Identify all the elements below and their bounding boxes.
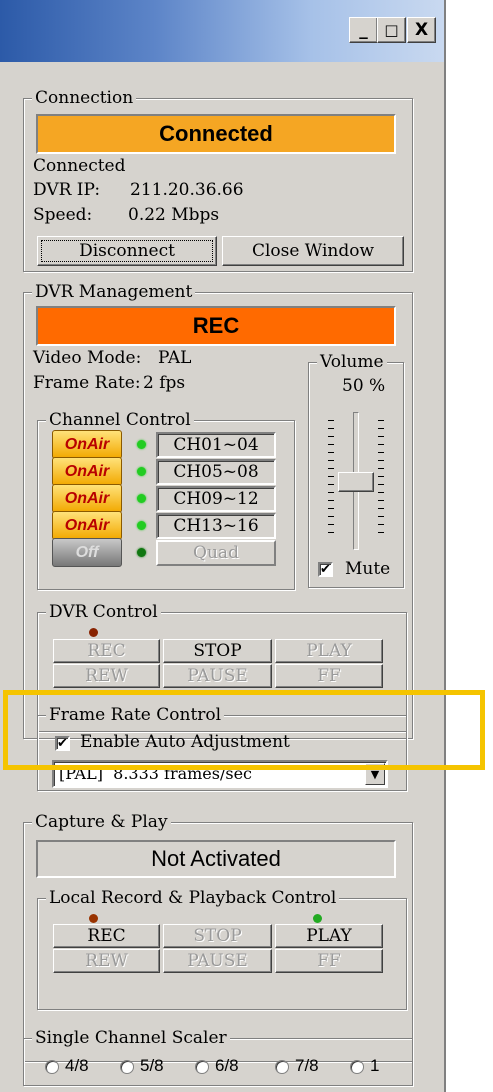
frame-rate-label: Frame Rate:	[33, 373, 141, 393]
scaler-option-label: 1	[370, 1056, 380, 1075]
connection-status-text: Connected	[33, 156, 126, 176]
volume-value: 50 %	[342, 376, 386, 396]
local-stop-button[interactable]: STOP	[163, 924, 272, 948]
scaler-radio[interactable]	[45, 1060, 59, 1074]
dvr-rew-button[interactable]: REW	[53, 664, 160, 688]
channel-led	[137, 467, 146, 476]
dvr-stop-button[interactable]: STOP	[163, 639, 272, 663]
dvr-rec-led	[89, 628, 98, 637]
local-control-legend: Local Record & Playback Control	[46, 888, 340, 908]
dvr-rec-button[interactable]: REC	[53, 639, 160, 663]
local-play-button[interactable]: PLAY	[275, 924, 383, 948]
dropdown-arrow-icon[interactable]: ▼	[365, 763, 385, 785]
disconnect-button[interactable]: Disconnect	[37, 236, 217, 266]
auto-adjustment-check-mark: ✔	[57, 736, 68, 751]
frame-rate-value: 2 fps	[143, 373, 186, 393]
local-pause-button[interactable]: PAUSE	[163, 949, 272, 973]
close-window-button[interactable]: Close Window	[222, 236, 404, 266]
speed-label: Speed:	[33, 205, 93, 225]
channel-led	[137, 521, 146, 530]
scaler-legend: Single Channel Scaler	[32, 1028, 230, 1048]
frame-rate-select[interactable]: [PAL] 8.333 frames/sec ▼	[52, 760, 388, 788]
channel-state-button[interactable]: OnAir	[52, 430, 122, 459]
dvr-ip-value: 211.20.36.66	[130, 180, 244, 200]
dvr-management-legend: DVR Management	[32, 282, 196, 302]
auto-adjustment-checkbox[interactable]: ✔	[55, 736, 70, 751]
volume-ticks-right	[378, 420, 384, 538]
scaler-option-label: 4/8	[65, 1056, 89, 1075]
mute-checkbox[interactable]: ✔	[318, 562, 333, 577]
scaler-radio[interactable]	[350, 1060, 364, 1074]
channel-led	[137, 440, 146, 449]
volume-legend: Volume	[317, 352, 387, 372]
maximize-button[interactable]: □	[377, 17, 406, 43]
rec-status-banner: REC	[36, 306, 396, 346]
capture-status-banner: Not Activated	[36, 840, 396, 878]
channel-state-button[interactable]: OnAir	[52, 511, 122, 540]
channel-state-button[interactable]: Off	[52, 538, 122, 567]
title-bar: _ □ X	[0, 0, 444, 62]
mute-check-mark: ✔	[320, 562, 331, 577]
dvr-pause-button[interactable]: PAUSE	[163, 664, 272, 688]
scaler-option-label: 6/8	[215, 1056, 239, 1075]
channel-group-button[interactable]: CH09~12	[156, 486, 276, 512]
frame-rate-control-legend: Frame Rate Control	[46, 705, 225, 725]
channel-group-button[interactable]: Quad	[156, 540, 276, 566]
volume-slider[interactable]	[328, 412, 384, 552]
channel-group-button[interactable]: CH13~16	[156, 513, 276, 539]
channel-group-button[interactable]: CH05~08	[156, 459, 276, 485]
local-rec-led	[89, 914, 98, 923]
video-mode-label: Video Mode:	[33, 348, 142, 368]
dvr-control-legend: DVR Control	[46, 602, 161, 622]
lower-section: Capture & Play Not Activated Local Recor…	[0, 800, 444, 1092]
channel-led	[137, 548, 146, 557]
mute-label: Mute	[345, 559, 391, 579]
auto-adjustment-label: Enable Auto Adjustment	[80, 732, 290, 752]
local-rew-button[interactable]: REW	[53, 949, 160, 973]
volume-thumb[interactable]	[338, 472, 374, 492]
volume-ticks-left	[328, 420, 334, 538]
channel-led	[137, 494, 146, 503]
capture-play-legend: Capture & Play	[32, 812, 171, 832]
close-button[interactable]: X	[407, 17, 436, 43]
channel-group-button[interactable]: CH01~04	[156, 432, 276, 458]
channel-control-legend: Channel Control	[46, 410, 194, 430]
scaler-option-label: 7/8	[295, 1056, 319, 1075]
channel-state-button[interactable]: OnAir	[52, 484, 122, 513]
dvr-play-button[interactable]: PLAY	[275, 639, 383, 663]
video-mode-value: PAL	[158, 348, 192, 368]
dvr-ip-label: DVR IP:	[33, 180, 101, 200]
dvr-ff-button[interactable]: FF	[275, 664, 383, 688]
scaler-radio[interactable]	[120, 1060, 134, 1074]
local-play-led	[313, 914, 322, 923]
scaler-radio[interactable]	[275, 1060, 289, 1074]
connection-status-banner: Connected	[36, 114, 396, 154]
local-rec-button[interactable]: REC	[53, 924, 160, 948]
minimize-button[interactable]: _	[349, 17, 378, 43]
local-ff-button[interactable]: FF	[275, 949, 383, 973]
connection-legend: Connection	[32, 88, 137, 108]
frame-rate-selected-value: [PAL] 8.333 frames/sec	[59, 764, 253, 783]
speed-value: 0.22 Mbps	[128, 205, 220, 225]
channel-state-button[interactable]: OnAir	[52, 457, 122, 486]
scaler-radio[interactable]	[195, 1060, 209, 1074]
scaler-option-label: 5/8	[140, 1056, 164, 1075]
